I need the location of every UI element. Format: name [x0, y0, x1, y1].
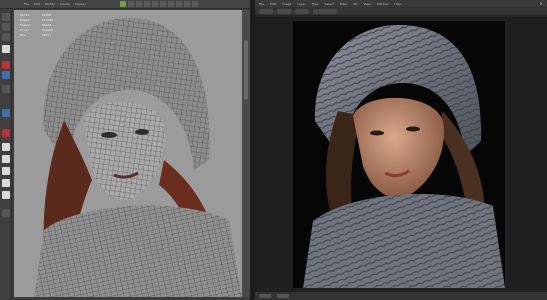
stat-label: UVs: [20, 33, 28, 37]
stat-value: 56256 [42, 13, 52, 17]
menu-file[interactable]: File [259, 2, 264, 6]
stat-label: Edges: [20, 18, 31, 22]
close-icon[interactable]: × [540, 1, 543, 6]
layout-icon[interactable] [2, 71, 10, 79]
tool-button[interactable] [2, 191, 10, 199]
render-icon[interactable] [2, 129, 10, 137]
rendered-portrait-illustration [293, 21, 505, 288]
shelf-button[interactable] [184, 1, 190, 7]
wireframe-model-illustration [34, 17, 242, 297]
menu-file[interactable]: File [24, 2, 29, 6]
shelf-button[interactable] [160, 1, 166, 7]
menu-view[interactable]: View [363, 2, 370, 6]
menu-help[interactable]: Help [394, 2, 401, 6]
tool-button[interactable] [2, 167, 10, 175]
menu-image[interactable]: Image [282, 2, 291, 6]
menu-filter[interactable]: Filter [340, 2, 347, 6]
stat-label: Faces: [20, 23, 31, 27]
tool-button[interactable] [2, 209, 10, 217]
viewport-scrollbar[interactable] [242, 10, 250, 297]
stat-value: 60211 [42, 33, 52, 37]
menu-layer[interactable]: Layer [297, 2, 305, 6]
menu-create[interactable]: Create [60, 2, 70, 6]
options-bar [255, 7, 547, 16]
shelf-button[interactable] [128, 1, 134, 7]
modeler-window: File Edit Modify Create Display Verts: 5… [0, 0, 250, 300]
scrollbar-thumb[interactable] [244, 40, 248, 100]
document-info [277, 294, 289, 298]
layout-icon[interactable] [2, 109, 10, 117]
menu-edit[interactable]: Edit [34, 2, 40, 6]
shelf-button[interactable] [176, 1, 182, 7]
tool-button[interactable] [2, 179, 10, 187]
tool-button[interactable] [2, 85, 10, 93]
painter-statusbar [255, 292, 547, 300]
menu-edit[interactable]: Edit [270, 2, 276, 6]
rotate-icon[interactable] [2, 33, 10, 41]
shelf-button[interactable] [152, 1, 158, 7]
rendered-portrait-canvas[interactable] [293, 21, 505, 288]
painter-window: File Edit Image Layer Type Select Filter… [255, 0, 547, 300]
menu-display[interactable]: Display [75, 2, 86, 6]
tool-preset-button[interactable] [259, 9, 273, 14]
stat-value: 112248 [42, 28, 53, 32]
menu-modify[interactable]: Modify [45, 2, 55, 6]
shelf-button[interactable] [136, 1, 142, 7]
option-dropdown[interactable] [313, 9, 337, 14]
shelf-button[interactable] [120, 1, 126, 7]
stat-label: Verts: [20, 13, 31, 17]
shelf-button[interactable] [144, 1, 150, 7]
menu-select[interactable]: Select [325, 2, 334, 6]
shelf-toolbar [120, 1, 198, 7]
render-icon[interactable] [2, 61, 10, 69]
menu-3d[interactable]: 3D [353, 2, 357, 6]
document-canvas-area[interactable] [255, 17, 547, 292]
poly-count-hud: Verts: 56256 Edges: 112340 Faces: 56124 … [20, 13, 56, 37]
stat-label: Tris: [20, 28, 30, 32]
select-icon[interactable] [2, 13, 10, 21]
painter-menubar: File Edit Image Layer Type Select Filter… [255, 0, 547, 7]
shelf-button[interactable] [192, 1, 198, 7]
tool-button[interactable] [2, 143, 10, 151]
menu-type[interactable]: Type [312, 2, 319, 6]
shelf-button[interactable] [168, 1, 174, 7]
wireframe-viewport[interactable]: Verts: 56256 Edges: 112340 Faces: 56124 … [14, 10, 242, 297]
scale-icon[interactable] [2, 45, 10, 53]
option-button[interactable] [277, 9, 291, 14]
move-icon[interactable] [2, 23, 10, 31]
menu-window[interactable]: Window [377, 2, 389, 6]
option-button[interactable] [295, 9, 309, 14]
stat-value: 112340 [42, 18, 53, 22]
modeler-toolbox [0, 9, 12, 300]
stat-value: 56124 [42, 23, 52, 27]
tool-button[interactable] [2, 155, 10, 163]
zoom-field[interactable] [259, 294, 271, 298]
